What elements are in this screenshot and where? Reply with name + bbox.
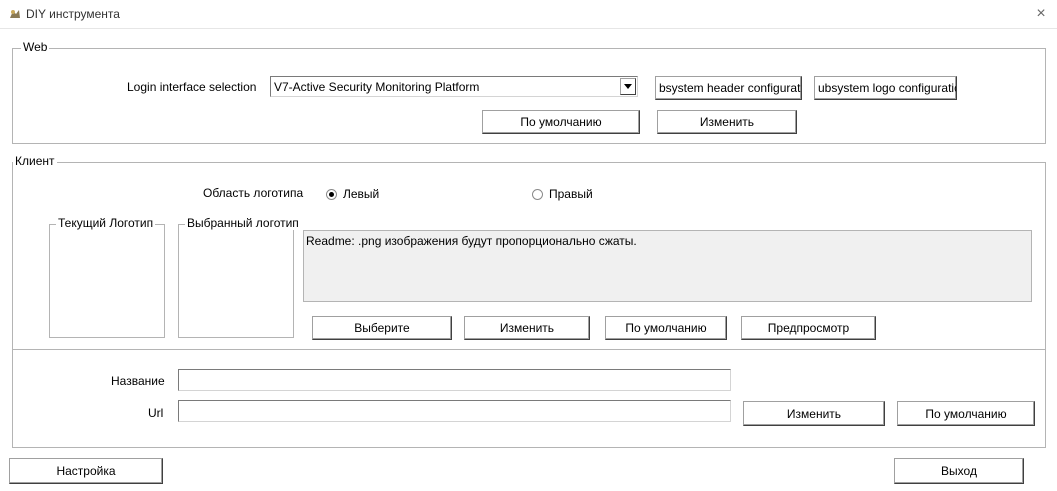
radio-right-circle[interactable]	[532, 188, 543, 200]
radio-left[interactable]: Левый	[326, 186, 379, 202]
client-group-title: Клиент	[13, 154, 57, 168]
subsystem-logo-config-button[interactable]: ubsystem logo configuratic	[814, 76, 957, 100]
login-interface-select[interactable]: V7-Active Security Monitoring Platform	[270, 76, 638, 97]
login-interface-label: Login interface selection	[127, 80, 257, 94]
url-label: Url	[148, 406, 164, 420]
client-modify-button[interactable]: Изменить	[464, 316, 590, 340]
radio-right[interactable]: Правый	[532, 186, 593, 202]
url-default-button[interactable]: По умолчанию	[897, 401, 1035, 426]
chevron-down-icon	[624, 84, 632, 89]
dropdown-arrow-button[interactable]	[620, 78, 636, 95]
client-divider	[13, 349, 1045, 350]
name-input[interactable]	[178, 369, 731, 391]
exit-button[interactable]: Выход	[894, 458, 1024, 484]
selected-logo-group	[178, 224, 294, 338]
radio-selected-dot	[329, 191, 334, 197]
close-button[interactable]: ×	[1031, 4, 1051, 24]
web-default-button[interactable]: По умолчанию	[482, 110, 640, 134]
login-interface-value: V7-Active Security Monitoring Platform	[274, 80, 480, 94]
web-group-title: Web	[21, 40, 50, 54]
current-logo-group	[49, 224, 165, 338]
subsystem-header-config-button[interactable]: bsystem header configurat	[655, 76, 802, 100]
readme-text: Readme: .png изображения будут пропорцио…	[306, 234, 637, 248]
preview-button[interactable]: Предпросмотр	[741, 316, 876, 340]
title-bar: DIY инструмента ×	[0, 0, 1057, 29]
readme-box: Readme: .png изображения будут пропорцио…	[303, 230, 1032, 302]
radio-left-circle[interactable]	[326, 188, 337, 200]
app-icon	[10, 10, 20, 18]
settings-button[interactable]: Настройка	[9, 458, 163, 484]
web-modify-button[interactable]: Изменить	[657, 110, 797, 134]
select-logo-button[interactable]: Выберите	[312, 316, 452, 340]
radio-left-label: Левый	[343, 187, 380, 201]
name-label: Название	[111, 374, 165, 388]
radio-right-label: Правый	[549, 187, 593, 201]
logo-area-label: Область логотипа	[203, 186, 304, 200]
current-logo-title: Текущий Логотип	[56, 216, 156, 230]
url-input[interactable]	[178, 400, 731, 422]
window-title: DIY инструмента	[26, 7, 120, 21]
url-modify-button[interactable]: Изменить	[743, 401, 885, 426]
client-default-button[interactable]: По умолчанию	[605, 316, 727, 340]
close-icon: ×	[1036, 5, 1046, 22]
selected-logo-title: Выбранный логотип	[185, 216, 301, 230]
